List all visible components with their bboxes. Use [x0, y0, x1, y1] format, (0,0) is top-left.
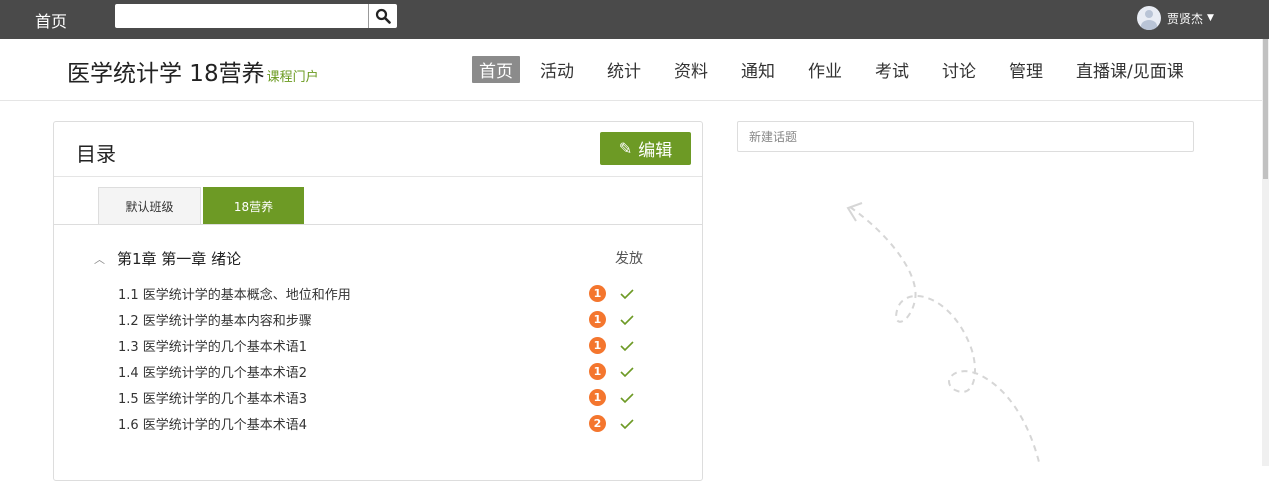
user-menu[interactable]: 贾贤杰 ▼: [1137, 6, 1214, 30]
chevron-down-icon: ▼: [1207, 13, 1214, 23]
nav-home[interactable]: 首页: [472, 56, 520, 83]
tab-default-class[interactable]: 默认班级: [98, 187, 201, 225]
count-badge: 1: [589, 363, 606, 380]
course-nav: 首页 活动 统计 资料 通知 作业 考试 讨论 管理 直播课/见面课: [472, 56, 1210, 83]
search-button[interactable]: [368, 4, 397, 28]
check-icon: [620, 367, 634, 378]
section-item[interactable]: 1.6 医学统计学的几个基本术语4: [118, 414, 307, 433]
chevron-up-icon[interactable]: ︿: [94, 251, 105, 267]
section-item[interactable]: 1.3 医学统计学的几个基本术语1: [118, 336, 307, 355]
nav-materials[interactable]: 资料: [667, 56, 715, 83]
nav-homework[interactable]: 作业: [801, 56, 849, 83]
course-portal-link[interactable]: 课程门户: [267, 70, 319, 85]
section-item[interactable]: 1.5 医学统计学的几个基本术语3: [118, 388, 307, 407]
new-topic-input[interactable]: [738, 122, 1193, 151]
section-item[interactable]: 1.4 医学统计学的几个基本术语2: [118, 362, 307, 381]
section-item[interactable]: 1.1 医学统计学的基本概念、地位和作用: [118, 284, 351, 303]
nav-manage[interactable]: 管理: [1002, 56, 1050, 83]
course-name: 医学统计学 18营养: [67, 61, 265, 87]
search-icon: [375, 8, 391, 24]
home-link[interactable]: 首页: [35, 8, 67, 32]
release-column-label: 发放: [615, 251, 643, 267]
search-input[interactable]: [119, 6, 363, 26]
pencil-icon: ✎: [618, 139, 633, 158]
count-badge: 1: [589, 389, 606, 406]
chapter-title: 第1章 第一章 绪论: [117, 250, 242, 268]
section-item[interactable]: 1.2 医学统计学的基本内容和步骤: [118, 310, 312, 329]
avatar: [1137, 6, 1161, 30]
catalog-title: 目录: [76, 142, 116, 166]
catalog-panel: 目录 ✎ 编辑 默认班级 18营养 ︿ 第1章 第一章 绪论 发放 1.1 医学…: [53, 121, 703, 481]
nav-activity[interactable]: 活动: [533, 56, 581, 83]
page-scrollbar[interactable]: [1262, 39, 1269, 466]
check-icon: [620, 419, 634, 430]
check-icon: [620, 315, 634, 326]
check-icon: [620, 289, 634, 300]
user-name: 贾贤杰: [1167, 11, 1204, 26]
check-icon: [620, 393, 634, 404]
new-topic-field[interactable]: [737, 121, 1194, 152]
count-badge: 2: [589, 415, 606, 432]
count-badge: 1: [589, 337, 606, 354]
check-icon: [620, 341, 634, 352]
nav-statistics[interactable]: 统计: [600, 56, 648, 83]
tab-18-nutrition[interactable]: 18营养: [203, 187, 304, 225]
divider: [54, 176, 702, 177]
edit-label: 编辑: [638, 141, 673, 161]
course-header: 医学统计学 18营养 课程门户 首页 活动 统计 资料 通知 作业 考试 讨论 管…: [0, 39, 1262, 101]
divider: [54, 224, 702, 225]
nav-discussion[interactable]: 讨论: [935, 56, 983, 83]
chapter-header[interactable]: ︿ 第1章 第一章 绪论: [94, 248, 241, 269]
search-box[interactable]: [115, 4, 397, 28]
top-bar: 首页 贾贤杰 ▼: [0, 0, 1269, 39]
dashed-arrow-illustration: [846, 202, 1041, 466]
course-title: 医学统计学 18营养 课程门户: [67, 54, 319, 88]
nav-notices[interactable]: 通知: [734, 56, 782, 83]
nav-exams[interactable]: 考试: [868, 56, 916, 83]
count-badge: 1: [589, 311, 606, 328]
count-badge: 1: [589, 285, 606, 302]
scrollbar-thumb[interactable]: [1263, 39, 1268, 179]
nav-live-class[interactable]: 直播课/见面课: [1069, 56, 1191, 83]
edit-button[interactable]: ✎ 编辑: [600, 132, 691, 165]
